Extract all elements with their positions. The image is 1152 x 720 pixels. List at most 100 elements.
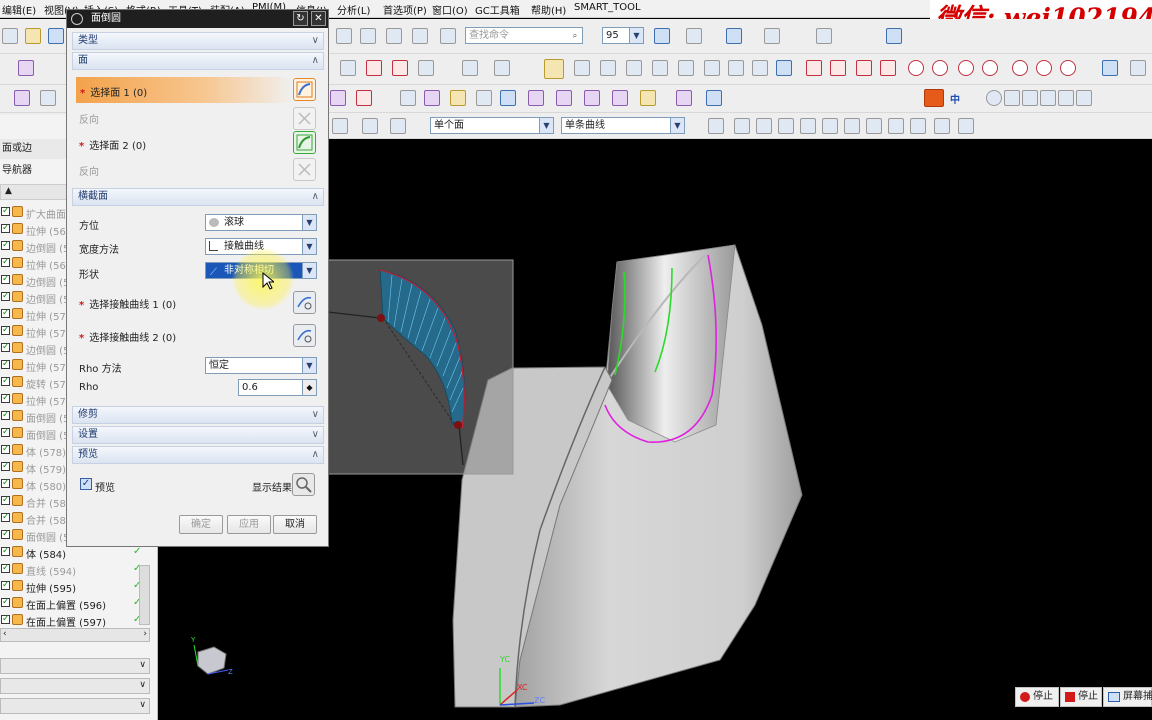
split-curve-icon[interactable] [678,60,694,76]
surface-icon-2[interactable] [356,90,372,106]
section-face[interactable]: 面 ∧ [72,52,324,70]
select-face2-label[interactable]: * 选择面 2 (0) [79,137,146,152]
surface-icon-6[interactable] [476,90,492,106]
visibility-checkbox[interactable]: ✓ [1,428,10,437]
new-file-icon[interactable] [2,28,18,44]
snap-existing-point-icon[interactable] [888,118,904,134]
surface-icon-1[interactable] [330,90,346,106]
snap-endpoint-icon[interactable] [734,118,750,134]
snap-arc-center-icon[interactable] [822,118,838,134]
fillet-curve-icon[interactable] [806,60,822,76]
visibility-checkbox[interactable]: ✓ [1,224,10,233]
circle-icon-3[interactable] [958,60,974,76]
sort-up-icon[interactable]: ▲ [5,186,12,196]
navigator-row[interactable]: ✓ 拉伸 (595) ✓ [0,578,158,595]
visibility-checkbox[interactable]: ✓ [1,530,10,539]
visibility-checkbox[interactable]: ✓ [1,360,10,369]
reverse2-button[interactable] [293,158,316,181]
user-icon[interactable] [1058,90,1074,106]
menu-preferences[interactable]: 首选项(P) [383,2,427,17]
section-preview[interactable]: 预览 ∧ [72,446,324,464]
box-icon[interactable] [1102,60,1118,76]
search-icon[interactable]: ⌕ [568,28,582,43]
navigator-row[interactable]: ✓ 直线 (594) ✓ [0,561,158,578]
edit-icon[interactable] [40,90,56,106]
visibility-checkbox[interactable]: ✓ [1,241,10,250]
visibility-checkbox[interactable]: ✓ [1,377,10,386]
surface-icon-9[interactable] [556,90,572,106]
zoom-select[interactable]: 95 ▼ [602,27,644,44]
more-tools-icon[interactable] [1130,60,1146,76]
menu-analysis[interactable]: 分析(L) [337,2,370,17]
menu-gc-toolbox[interactable]: GC工具箱 [475,2,520,17]
visibility-checkbox[interactable]: ✓ [1,581,10,590]
rho-input[interactable]: 0.6 ◆ [238,379,317,396]
rho-method-select[interactable]: 恒定 ▼ [205,357,317,374]
save-icon[interactable] [48,28,64,44]
emoji-icon[interactable] [986,90,1002,106]
navigator-row[interactable]: ✓ 在面上偏置 (596) ✓ [0,595,158,612]
show-result-button[interactable] [292,473,315,496]
open-folder-icon[interactable] [25,28,41,44]
keyboard-icon[interactable] [1022,90,1038,106]
spline-icon[interactable] [392,60,408,76]
snap-icon[interactable] [686,28,702,44]
preview-checkbox[interactable]: ✓ [80,478,92,490]
visibility-checkbox[interactable]: ✓ [1,292,10,301]
contact-curve1-button[interactable] [293,291,316,314]
details-panel[interactable]: ∨ [0,678,150,694]
surface-icon-10[interactable] [584,90,600,106]
command-search-input[interactable]: 查找命令 ⌕ [465,27,583,44]
menu-window[interactable]: 窗口(O) [432,2,468,17]
circle-icon-7[interactable] [1060,60,1076,76]
surface-icon-4[interactable] [424,90,440,106]
copy-icon[interactable] [336,28,352,44]
visibility-checkbox[interactable]: ✓ [1,615,10,624]
project-icon[interactable] [600,60,616,76]
snap-midpoint-icon[interactable] [756,118,772,134]
stop-record-button-2[interactable]: 停止 [1060,687,1102,707]
info-icon[interactable] [386,28,402,44]
chamfer-curve-icon[interactable] [830,60,846,76]
menu-edit[interactable]: 编辑(E) [2,2,36,17]
section-trim[interactable]: 修剪 ∨ [72,406,324,424]
visibility-checkbox[interactable]: ✓ [1,343,10,352]
reverse1-button[interactable] [293,107,316,130]
visibility-checkbox[interactable]: ✓ [1,275,10,284]
visibility-checkbox[interactable]: ✓ [1,564,10,573]
mesh-icon[interactable] [776,60,792,76]
snap-quadrant-icon[interactable] [866,118,882,134]
section-settings[interactable]: 设置 ∨ [72,426,324,444]
visibility-checkbox[interactable]: ✓ [1,394,10,403]
visibility-checkbox[interactable]: ✓ [1,462,10,471]
close-icon[interactable]: ✕ [311,11,326,26]
trim-curve-icon[interactable] [652,60,668,76]
surface-icon-14[interactable] [706,90,722,106]
navigator-scrollbar[interactable] [139,565,150,625]
visibility-checkbox[interactable]: ✓ [1,547,10,556]
select-face1-row[interactable]: * 选择面 1 (0) [76,77,293,103]
mic-icon[interactable] [1004,90,1020,106]
surface-icon-12[interactable] [640,90,656,106]
face-rule-select[interactable]: 单个面 ▼ [430,117,554,134]
orient-icon[interactable] [726,28,742,44]
link-curve-icon[interactable] [544,59,564,79]
visibility-checkbox[interactable]: ✓ [1,207,10,216]
polyline-icon[interactable] [462,60,478,76]
gear-icon[interactable] [71,13,83,25]
snap-bounded-icon[interactable] [958,118,974,134]
snap-arrow-icon[interactable] [708,118,724,134]
shirt-icon[interactable] [1076,90,1092,106]
intersect-curve-icon[interactable] [626,60,642,76]
line-tool-icon[interactable] [574,60,590,76]
contact-curve1-label[interactable]: * 选择接触曲线 1 (0) [79,296,176,311]
surface-icon-3[interactable] [400,90,416,106]
shading-icon[interactable] [18,60,34,76]
menu-help[interactable]: 帮助(H) [531,2,566,17]
curve-icon[interactable] [366,60,382,76]
circle-icon-6[interactable] [1036,60,1052,76]
visibility-checkbox[interactable]: ✓ [1,513,10,522]
cancel-button[interactable]: 取消 [273,515,317,534]
info-box-icon[interactable] [440,28,456,44]
screen-capture-button[interactable]: 屏幕捕 [1103,687,1152,707]
